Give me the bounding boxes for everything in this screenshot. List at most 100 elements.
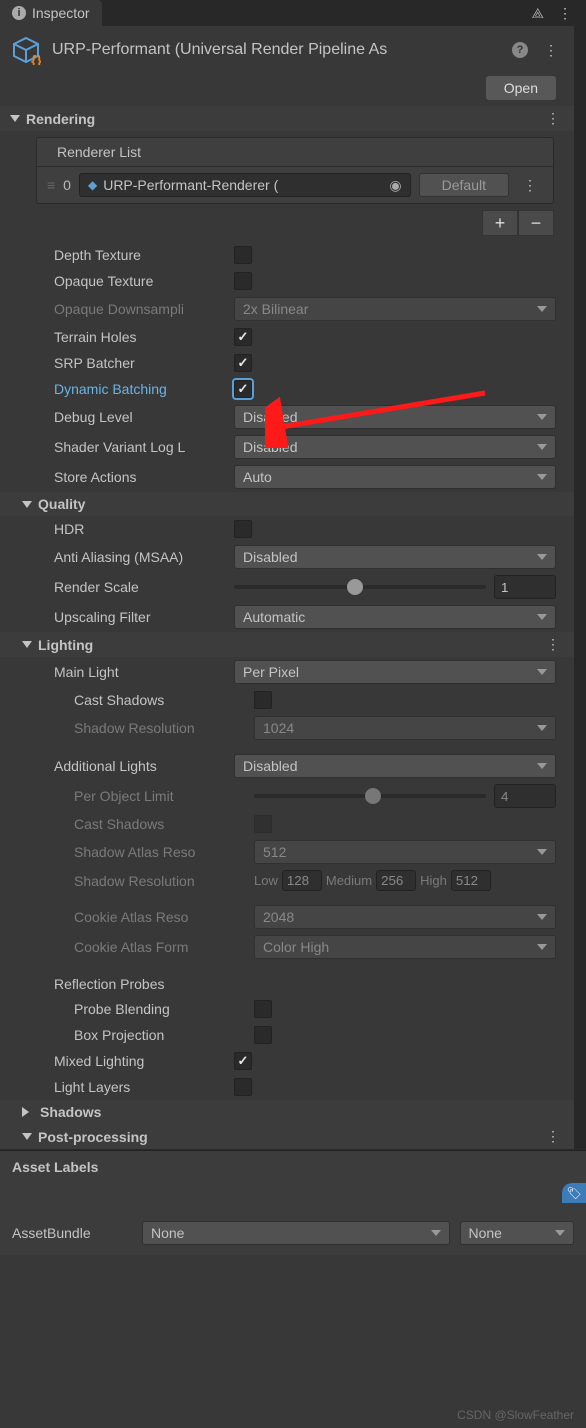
debug-level-dropdown[interactable]: Disabled — [234, 405, 556, 429]
svg-text:{}: {} — [31, 52, 41, 65]
chevron-down-icon — [537, 444, 547, 450]
dynamic-batching-label: Dynamic Batching — [54, 381, 234, 397]
shadow-atlas-label: Shadow Atlas Reso — [74, 844, 254, 860]
foldout-icon — [22, 1133, 32, 1140]
watermark: CSDN @SlowFeather — [457, 1408, 574, 1422]
high-input — [451, 870, 491, 891]
tab-title: Inspector — [32, 5, 90, 21]
shadow-atlas-dropdown: 512 — [254, 840, 556, 864]
light-layers-checkbox[interactable] — [234, 1078, 252, 1096]
shadow-res-tiers-label: Shadow Resolution — [74, 873, 254, 889]
tag-icon[interactable]: 🏷 — [562, 1183, 586, 1203]
additional-lights-label: Additional Lights — [54, 758, 234, 774]
box-projection-checkbox[interactable] — [254, 1026, 272, 1044]
postproc-header[interactable]: Post-processing ⋮ — [0, 1124, 574, 1149]
postproc-menu-icon[interactable]: ⋮ — [540, 1128, 566, 1145]
shadow-res-tiers: Low Medium High — [254, 870, 556, 891]
per-object-limit-slider — [254, 794, 486, 798]
cookie-atlas-fmt-dropdown: Color High — [254, 935, 556, 959]
help-icon[interactable]: ? — [512, 42, 528, 58]
msaa-dropdown[interactable]: Disabled — [234, 545, 556, 569]
asset-bundle-dropdown[interactable]: None — [142, 1221, 450, 1245]
lighting-menu-icon[interactable]: ⋮ — [540, 636, 566, 653]
shader-variant-dropdown[interactable]: Disabled — [234, 435, 556, 459]
cookie-atlas-res-dropdown: 2048 — [254, 905, 556, 929]
renderer-list-title: Renderer List — [37, 138, 553, 167]
quality-header[interactable]: Quality — [0, 492, 574, 516]
shadows-header[interactable]: Shadows — [0, 1100, 574, 1124]
lighting-title: Lighting — [38, 637, 540, 653]
rendering-header[interactable]: Rendering ⋮ — [0, 106, 574, 131]
cast-shadows2-label: Cast Shadows — [74, 816, 254, 832]
probe-blending-checkbox[interactable] — [254, 1000, 272, 1018]
renderer-object-field[interactable]: ◆ URP-Performant-Renderer ( ◉ — [79, 173, 411, 197]
asset-icon: {} — [10, 34, 42, 66]
asset-bundle-row: AssetBundle None None — [0, 1211, 586, 1255]
asset-bundle-variant-dropdown[interactable]: None — [460, 1221, 575, 1245]
main-light-label: Main Light — [54, 664, 234, 680]
upscaling-dropdown[interactable]: Automatic — [234, 605, 556, 629]
upscaling-label: Upscaling Filter — [54, 609, 234, 625]
chevron-down-icon — [431, 1230, 441, 1236]
cast-shadows-checkbox[interactable] — [254, 691, 272, 709]
chevron-down-icon — [555, 1230, 565, 1236]
slider-thumb — [365, 788, 381, 804]
asset-bundle-label: AssetBundle — [12, 1225, 132, 1241]
debug-level-label: Debug Level — [54, 409, 234, 425]
terrain-holes-checkbox[interactable] — [234, 328, 252, 346]
opaque-texture-checkbox[interactable] — [234, 272, 252, 290]
dynamic-batching-checkbox[interactable] — [234, 380, 252, 398]
depth-texture-checkbox[interactable] — [234, 246, 252, 264]
tab-bar: i Inspector ⟁ ⋮ — [0, 0, 586, 26]
chevron-down-icon — [537, 474, 547, 480]
cast-shadows2-checkbox — [254, 815, 272, 833]
chevron-down-icon — [537, 306, 547, 312]
medium-input — [376, 870, 416, 891]
renderer-item-menu-icon[interactable]: ⋮ — [517, 177, 543, 194]
chevron-down-icon — [537, 763, 547, 769]
probe-blending-label: Probe Blending — [74, 1001, 254, 1017]
hdr-checkbox[interactable] — [234, 520, 252, 538]
terrain-holes-label: Terrain Holes — [54, 329, 234, 345]
per-object-limit-label: Per Object Limit — [74, 788, 254, 804]
shadow-resolution-dropdown: 1024 — [254, 716, 556, 740]
open-button[interactable]: Open — [486, 76, 556, 100]
opaque-texture-label: Opaque Texture — [54, 273, 234, 289]
asset-title: URP-Performant (Universal Render Pipelin… — [52, 41, 502, 59]
chevron-down-icon — [537, 725, 547, 731]
inspector-tab[interactable]: i Inspector — [0, 0, 102, 26]
low-input — [282, 870, 322, 891]
store-actions-dropdown[interactable]: Auto — [234, 465, 556, 489]
add-renderer-button[interactable]: + — [482, 210, 518, 236]
remove-renderer-button[interactable]: − — [518, 210, 554, 236]
tab-menu-icon[interactable]: ⋮ — [552, 5, 578, 22]
additional-lights-dropdown[interactable]: Disabled — [234, 754, 556, 778]
chevron-down-icon — [537, 554, 547, 560]
object-picker-icon[interactable]: ◉ — [389, 177, 401, 194]
info-icon: i — [12, 6, 26, 20]
srp-batcher-checkbox[interactable] — [234, 354, 252, 372]
cube-icon: ◆ — [88, 178, 97, 192]
chevron-down-icon — [537, 914, 547, 920]
lock-icon[interactable]: ⟁ — [532, 5, 545, 22]
opaque-downsampling-dropdown: 2x Bilinear — [234, 297, 556, 321]
reflection-probes-heading: Reflection Probes — [0, 970, 574, 996]
foldout-icon — [22, 641, 32, 648]
render-scale-input[interactable] — [494, 575, 556, 599]
drag-handle-icon[interactable]: ≡ — [47, 177, 55, 193]
quality-title: Quality — [38, 496, 566, 512]
chevron-down-icon — [537, 669, 547, 675]
render-scale-label: Render Scale — [54, 579, 234, 595]
slider-thumb[interactable] — [347, 579, 363, 595]
renderer-list-item: ≡ 0 ◆ URP-Performant-Renderer ( ◉ Defaul… — [37, 167, 553, 203]
opaque-downsampling-label: Opaque Downsampli — [54, 301, 234, 317]
renderer-name: URP-Performant-Renderer ( — [103, 177, 278, 193]
rendering-menu-icon[interactable]: ⋮ — [540, 110, 566, 127]
render-scale-slider[interactable] — [234, 585, 486, 589]
asset-menu-icon[interactable]: ⋮ — [538, 42, 564, 59]
lighting-header[interactable]: Lighting ⋮ — [0, 632, 574, 657]
default-button[interactable]: Default — [419, 173, 509, 197]
store-actions-label: Store Actions — [54, 469, 234, 485]
main-light-dropdown[interactable]: Per Pixel — [234, 660, 556, 684]
mixed-lighting-checkbox[interactable] — [234, 1052, 252, 1070]
